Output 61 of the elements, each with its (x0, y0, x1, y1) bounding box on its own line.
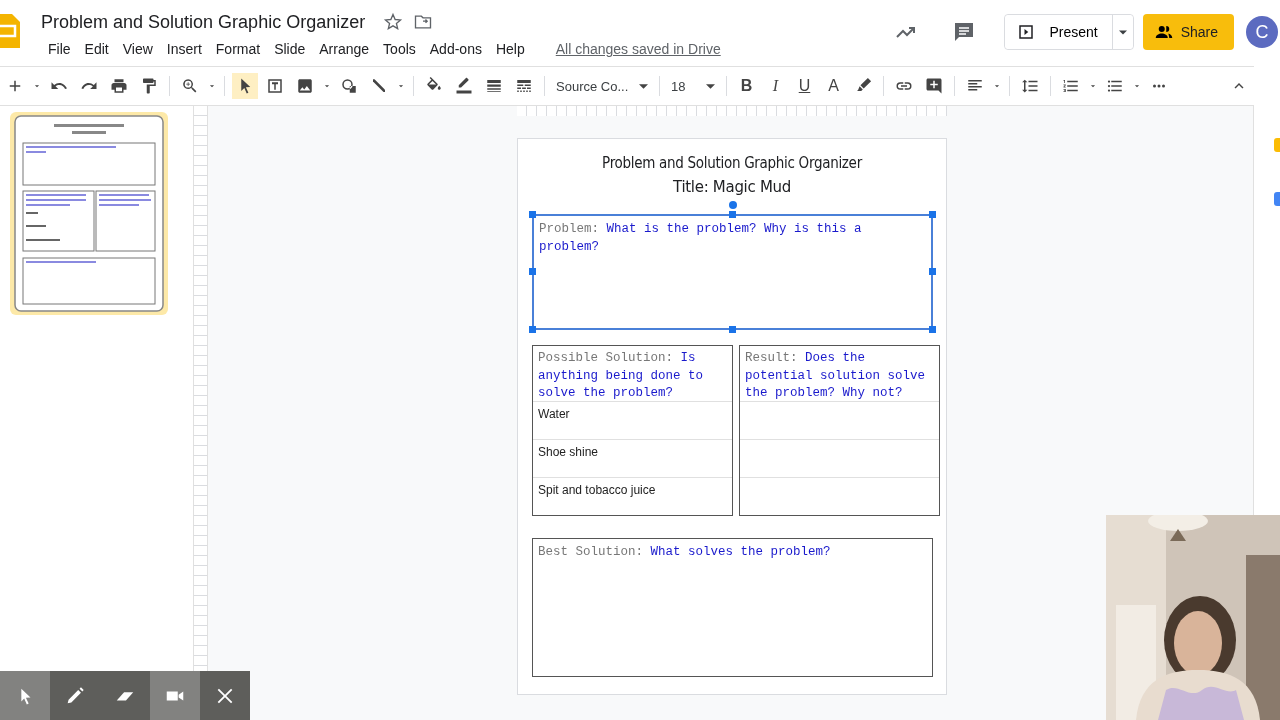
slide-subtitle: Title: Magic Mud (673, 178, 791, 196)
text-box-icon[interactable] (266, 77, 284, 95)
caret-icon (706, 83, 715, 89)
image-icon[interactable] (296, 77, 314, 95)
menu-item[interactable]: Slide (267, 37, 313, 61)
italic-button[interactable]: I (761, 77, 790, 95)
cursor-icon[interactable] (232, 73, 258, 99)
underline-button[interactable]: U (790, 77, 819, 95)
resize-handle[interactable] (529, 211, 536, 218)
line-icon[interactable] (370, 77, 388, 95)
font-size-dropdown[interactable]: 18 (665, 78, 721, 94)
rotate-handle[interactable] (728, 201, 737, 209)
resize-handle[interactable] (529, 268, 536, 275)
menu-item[interactable]: Edit (77, 37, 116, 61)
menu-item[interactable]: View (115, 37, 160, 61)
zoom-icon[interactable] (181, 77, 199, 95)
resize-handle[interactable] (929, 211, 936, 218)
share-button[interactable]: Share (1142, 14, 1234, 50)
table-cell: Spit and tobacco juice (533, 477, 732, 515)
resize-handle[interactable] (529, 326, 536, 333)
camera-button[interactable] (150, 671, 200, 720)
resize-handle[interactable] (728, 211, 736, 218)
menu-item[interactable]: Arrange (312, 37, 377, 61)
numbered-list-icon[interactable] (1062, 77, 1080, 95)
resize-handle[interactable] (728, 326, 736, 333)
font-dropdown[interactable]: Source Co... (550, 78, 654, 94)
table-cell-text: Possible Solution: Is anything being done to solve the problem? (537, 350, 705, 401)
slide-title: Problem and Solution Graphic Organizer (602, 153, 862, 174)
save-status-link[interactable]: All changes saved in Drive (555, 41, 721, 57)
text-color-button[interactable]: A (819, 77, 848, 95)
menu-item[interactable]: Insert (159, 37, 209, 61)
star-icon[interactable] (383, 12, 404, 32)
menu-item[interactable]: Help (488, 37, 532, 61)
border-weight-icon[interactable] (485, 77, 503, 95)
border-color-icon[interactable] (455, 77, 473, 95)
problem-prompt: Problem: What is the problem? Why is this a problem? (539, 221, 863, 256)
paint-format-icon[interactable] (140, 77, 158, 95)
present-button[interactable]: Present (1005, 15, 1113, 49)
print-icon[interactable] (110, 77, 128, 95)
account-avatar[interactable]: C (1246, 16, 1278, 48)
resize-handle[interactable] (929, 326, 936, 333)
best-solution-prompt: Best Solution: What solves the problem? (538, 544, 832, 561)
table-cell: Shoe shine (533, 439, 732, 477)
shape-icon[interactable] (340, 77, 358, 95)
resize-handle[interactable] (929, 268, 936, 275)
border-dash-icon[interactable] (515, 77, 533, 95)
document-title[interactable]: Problem and Solution Graphic Organizer (41, 11, 366, 33)
menu-item[interactable]: Format (208, 37, 268, 61)
bold-button[interactable]: B (732, 77, 761, 95)
pointer-tool-button[interactable] (0, 671, 50, 720)
caret-icon (639, 83, 648, 89)
menu-item[interactable]: File (41, 37, 78, 61)
people-icon (1154, 23, 1173, 41)
menu-item[interactable]: Tools (376, 37, 423, 61)
line-spacing-icon[interactable] (1021, 77, 1039, 95)
table-cell: Water (533, 401, 732, 439)
menu-item[interactable]: Add-ons (422, 37, 489, 61)
add-comment-icon[interactable] (925, 77, 943, 95)
caret-icon (1118, 29, 1127, 35)
present-icon (1017, 23, 1036, 41)
table-cell-text: Result: Does the potential solution solve the problem? Why not? (744, 350, 927, 401)
